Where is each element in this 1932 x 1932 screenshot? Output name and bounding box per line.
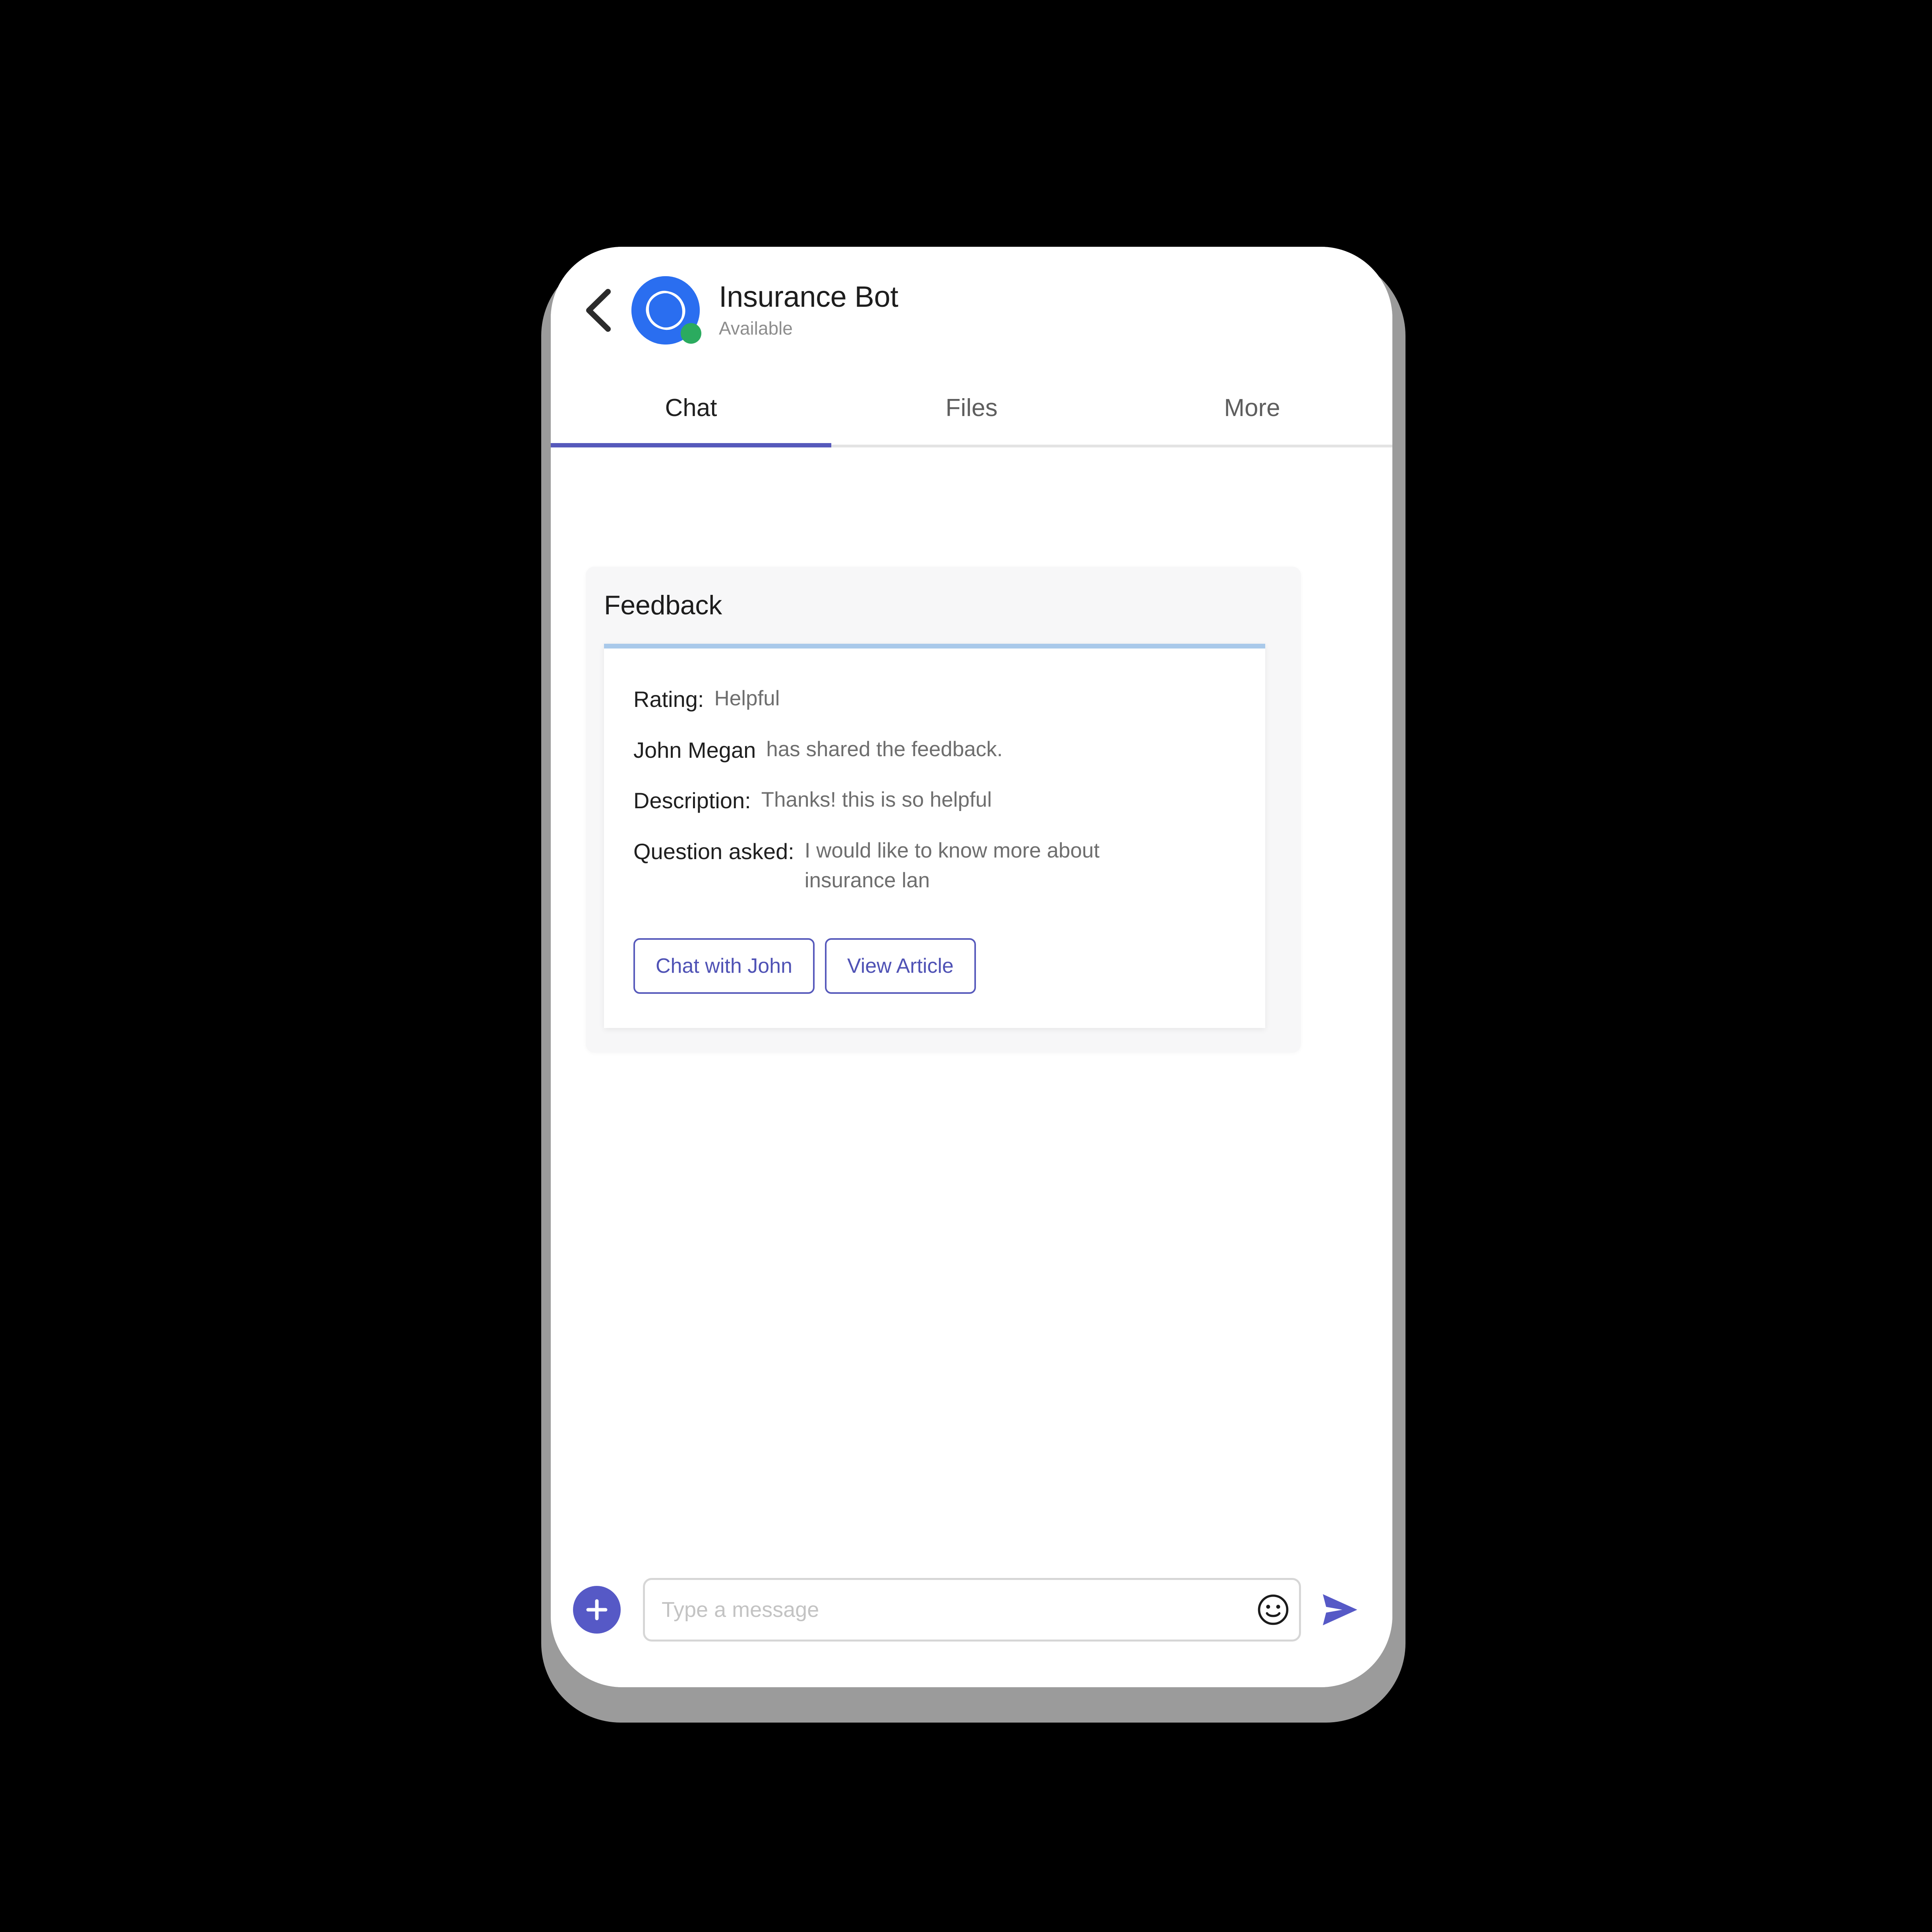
rating-label: Rating: xyxy=(633,687,704,712)
message-input[interactable] xyxy=(662,1580,1247,1640)
tab-files[interactable]: Files xyxy=(831,374,1112,445)
feedback-message-bubble: Feedback Rating: Helpful John Megan has … xyxy=(586,567,1301,1053)
avatar[interactable] xyxy=(631,276,701,345)
message-composer xyxy=(551,1556,1392,1687)
question-label: Question asked: xyxy=(633,838,794,864)
tab-more-label: More xyxy=(1224,394,1280,422)
tab-chat-label: Chat xyxy=(665,394,717,422)
phone-body: Insurance Bot Available Chat Files More … xyxy=(551,247,1392,1687)
tab-more[interactable]: More xyxy=(1112,374,1392,445)
tab-files-label: Files xyxy=(945,394,998,422)
feedback-action-row: Chat with John View Article xyxy=(633,938,1241,994)
back-button[interactable] xyxy=(571,284,624,337)
conversation-area: Feedback Rating: Helpful John Megan has … xyxy=(551,447,1392,1556)
chevron-left-icon xyxy=(584,288,611,332)
message-input-shell xyxy=(643,1578,1301,1642)
tab-chat[interactable]: Chat xyxy=(551,374,831,447)
detail-row-sharer: John Megan has shared the feedback. xyxy=(633,734,1241,766)
send-paper-plane-icon xyxy=(1318,1588,1362,1632)
description-label: Description: xyxy=(633,788,751,813)
header-text-block: Insurance Bot Available xyxy=(719,281,898,339)
send-button[interactable] xyxy=(1311,1580,1370,1640)
feedback-detail-card: Rating: Helpful John Megan has shared th… xyxy=(604,644,1265,1028)
description-value: Thanks! this is so helpful xyxy=(761,788,992,812)
detail-row-description: Description: Thanks! this is so helpful xyxy=(633,785,1241,817)
detail-row-rating: Rating: Helpful xyxy=(633,683,1241,715)
feedback-title: Feedback xyxy=(604,590,722,620)
status-badge: Available xyxy=(719,318,793,339)
detail-row-question: Question asked: I would like to know mor… xyxy=(633,836,1241,896)
rating-value: Helpful xyxy=(714,687,780,710)
chat-with-john-button[interactable]: Chat with John xyxy=(633,938,815,994)
tab-bar: Chat Files More xyxy=(551,374,1392,447)
page-title: Insurance Bot xyxy=(719,280,898,314)
sharer-text: has shared the feedback. xyxy=(766,737,1003,761)
sharer-name: John Megan xyxy=(633,737,756,763)
presence-available-dot xyxy=(681,323,701,344)
emoji-picker-button[interactable] xyxy=(1247,1580,1299,1640)
screenshot-stage: Insurance Bot Available Chat Files More … xyxy=(0,0,1932,1932)
smiley-face-icon xyxy=(1256,1593,1290,1627)
plus-icon xyxy=(584,1597,610,1623)
view-article-button[interactable]: View Article xyxy=(825,938,976,994)
add-attachment-button[interactable] xyxy=(573,1586,621,1634)
chat-header: Insurance Bot Available xyxy=(551,247,1392,374)
question-value: I would like to know more about insuranc… xyxy=(804,838,1100,892)
